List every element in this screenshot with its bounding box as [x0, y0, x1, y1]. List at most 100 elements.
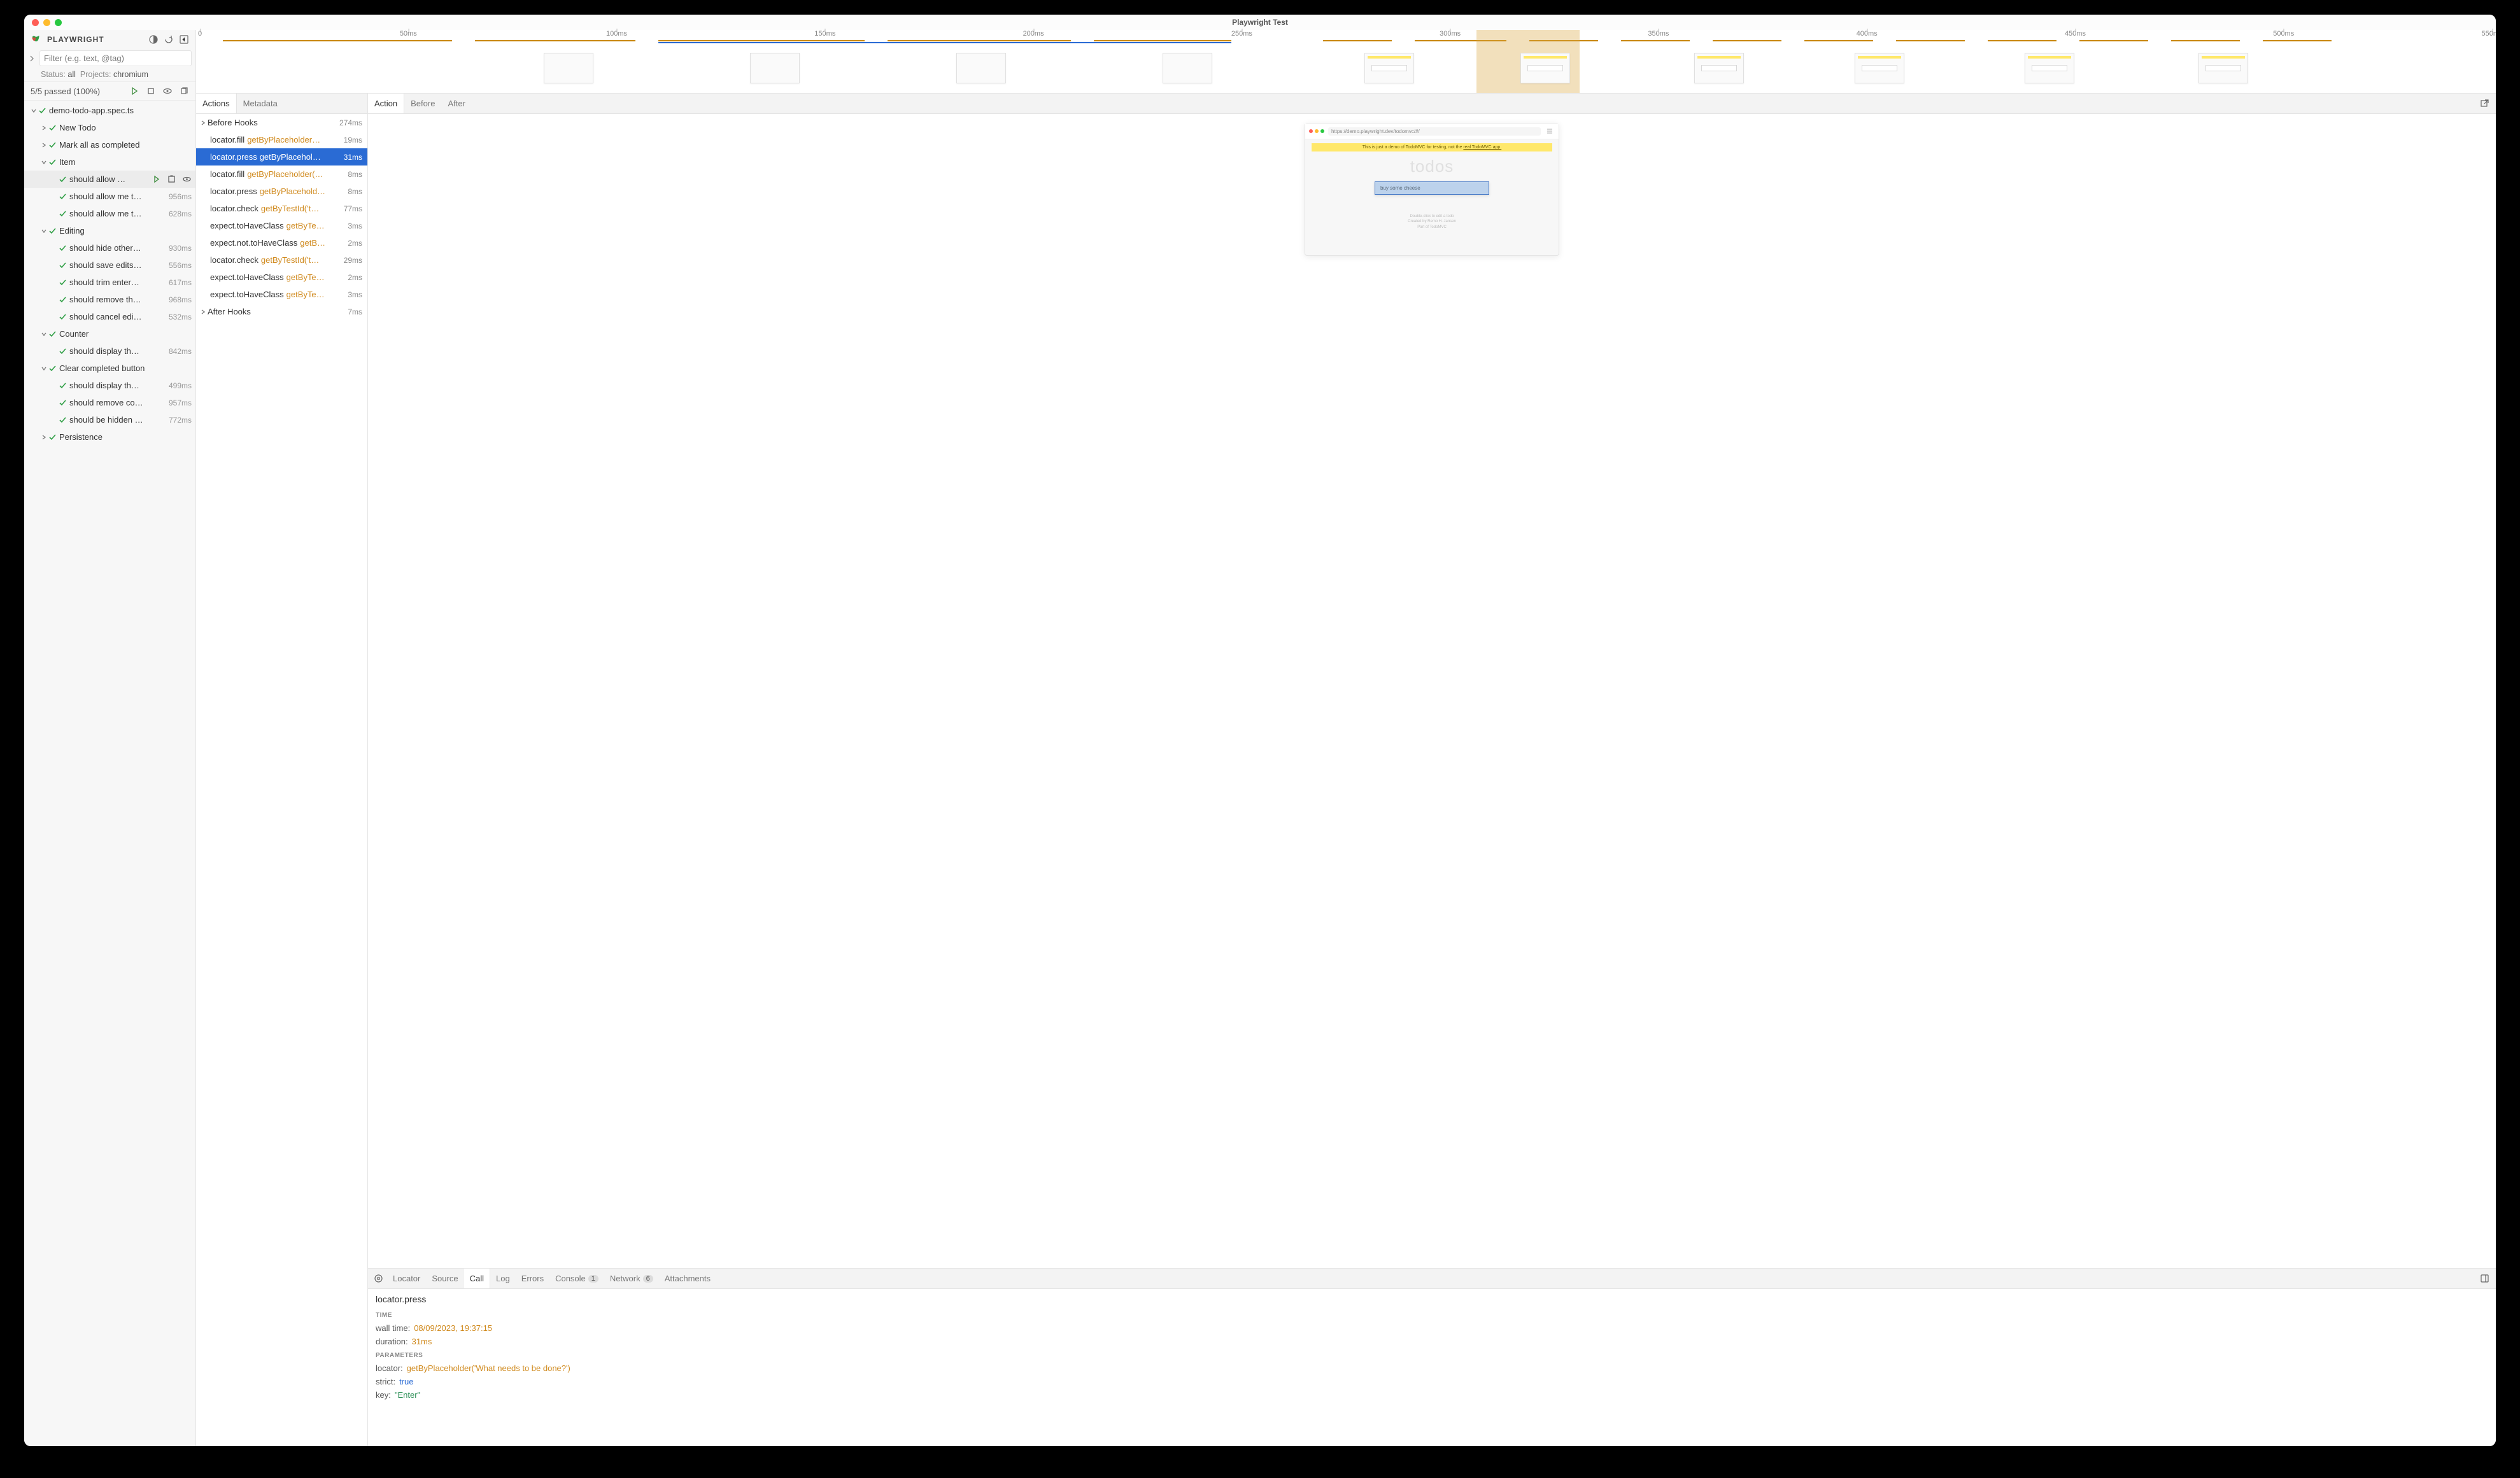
tree-test[interactable]: should remove th…968ms [24, 291, 195, 308]
timeline-thumbnail[interactable] [2025, 53, 2074, 83]
close-window-button[interactable] [32, 19, 39, 26]
timeline-thumbnail[interactable] [2198, 53, 2248, 83]
actions-tabs: Actions Metadata [196, 94, 367, 114]
action-row[interactable]: After Hooks7ms [196, 303, 367, 320]
pick-locator-icon[interactable] [373, 1274, 383, 1284]
action-row[interactable]: expect.toHaveClassgetByTe…3ms [196, 286, 367, 303]
tree-group[interactable]: Editing [24, 222, 195, 239]
run-icon[interactable] [151, 174, 161, 185]
detail-tab-attachments[interactable]: Attachments [659, 1269, 716, 1288]
tab-actions[interactable]: Actions [196, 94, 237, 113]
timeline-thumbnail[interactable] [544, 53, 593, 83]
tree-group[interactable]: Clear completed button [24, 360, 195, 377]
theme-toggle-icon[interactable] [148, 34, 159, 45]
tree-test[interactable]: should trim enter…617ms [24, 274, 195, 291]
tab-metadata[interactable]: Metadata [237, 94, 284, 113]
timeline-thumbnail[interactable] [1855, 53, 1904, 83]
tree-group[interactable]: Counter [24, 325, 195, 342]
panel-layout-icon[interactable] [2479, 1274, 2489, 1284]
detail-tab-call[interactable]: Call [464, 1269, 490, 1288]
hamburger-icon [1545, 126, 1555, 136]
preview-panel: Action Before After https://demo.playwri… [368, 94, 2496, 1446]
timeline-tick: 200ms [1023, 30, 1044, 38]
tab-after-snapshot[interactable]: After [441, 94, 471, 113]
snapshot-viewport[interactable]: https://demo.playwright.dev/todomvc/#/ T… [368, 114, 2496, 1268]
traffic-lights [32, 19, 62, 26]
zoom-window-button[interactable] [55, 19, 62, 26]
copy-icon[interactable] [179, 86, 189, 96]
collapse-sidebar-icon[interactable] [179, 34, 189, 45]
action-row[interactable]: expect.toHaveClassgetByTe…2ms [196, 269, 367, 286]
action-row[interactable]: locator.fillgetByPlaceholder…19ms [196, 131, 367, 148]
timeline-thumbnail[interactable] [1364, 53, 1414, 83]
action-row[interactable]: Before Hooks274ms [196, 114, 367, 131]
reload-icon[interactable] [164, 34, 174, 45]
timeline-tick: 450ms [2065, 30, 2086, 38]
actions-panel: Actions Metadata Before Hooks274mslocato… [196, 94, 368, 1446]
summary-text: 5/5 passed (100%) [31, 87, 100, 96]
action-row[interactable]: locator.checkgetByTestId('t…29ms [196, 251, 367, 269]
tree-test[interactable]: should display th…499ms [24, 377, 195, 394]
preview-tabs: Action Before After [368, 94, 2496, 114]
detail-tab-source[interactable]: Source [426, 1269, 464, 1288]
todo-input-highlighted: buy some cheese [1375, 181, 1489, 195]
sidebar: PLAYWRIGHT Status: all Projects: chromiu… [24, 30, 196, 1446]
todos-heading: todos [1312, 157, 1552, 176]
detail-tab-network[interactable]: Network6 [604, 1269, 659, 1288]
tree-group[interactable]: demo-todo-app.spec.ts [24, 102, 195, 119]
open-external-icon[interactable] [2479, 99, 2489, 109]
tree-test[interactable]: should display th…842ms [24, 342, 195, 360]
detail-panel: LocatorSourceCallLogErrorsConsole1Networ… [368, 1268, 2496, 1446]
action-row[interactable]: locator.pressgetByPlacehol…31ms [196, 148, 367, 165]
timeline-thumbnail[interactable] [1163, 53, 1212, 83]
timeline-tick: 0 [198, 30, 202, 38]
run-all-icon[interactable] [129, 86, 139, 96]
tree-test[interactable]: should allow me t…628ms [24, 205, 195, 222]
detail-tab-console[interactable]: Console1 [549, 1269, 604, 1288]
action-row[interactable]: expect.not.toHaveClassgetB…2ms [196, 234, 367, 251]
minimize-window-button[interactable] [43, 19, 50, 26]
detail-tab-locator[interactable]: Locator [387, 1269, 426, 1288]
detail-tab-errors[interactable]: Errors [516, 1269, 549, 1288]
timeline-thumbnail[interactable] [1520, 53, 1570, 83]
action-row[interactable]: locator.fillgetByPlaceholder(…8ms [196, 165, 367, 183]
chevron-right-icon[interactable] [27, 53, 37, 64]
tree-test[interactable]: should save edits…556ms [24, 257, 195, 274]
tab-before-snapshot[interactable]: Before [404, 94, 441, 113]
tree-group[interactable]: New Todo [24, 119, 195, 136]
action-row[interactable]: locator.pressgetByPlacehold…8ms [196, 183, 367, 200]
timeline-tick: 150ms [814, 30, 835, 38]
trace-icon[interactable] [166, 174, 176, 185]
tree-group[interactable]: Persistence [24, 428, 195, 446]
todo-footer: Double-click to edit a todo Created by R… [1312, 214, 1552, 230]
watch-icon[interactable] [181, 174, 192, 185]
tree-test[interactable]: should remove co…957ms [24, 394, 195, 411]
tree-group[interactable]: Mark all as completed [24, 136, 195, 153]
filter-input[interactable] [39, 50, 192, 66]
demo-banner: This is just a demo of TodoMVC for testi… [1312, 143, 1552, 151]
tree-test[interactable]: should allow … [24, 171, 195, 188]
action-row[interactable]: locator.checkgetByTestId('t…77ms [196, 200, 367, 217]
timeline-thumbnail[interactable] [956, 53, 1006, 83]
timeline-tick: 500ms [2273, 30, 2294, 38]
tree-test[interactable]: should be hidden …772ms [24, 411, 195, 428]
tab-action-snapshot[interactable]: Action [368, 94, 404, 113]
timeline-tick: 400ms [1857, 30, 1878, 38]
browser-url: https://demo.playwright.dev/todomvc/#/ [1328, 127, 1541, 136]
tree-test[interactable]: should hide other…930ms [24, 239, 195, 257]
main: 050ms100ms150ms200ms250ms300ms350ms400ms… [196, 30, 2496, 1446]
tree-group[interactable]: Item [24, 153, 195, 171]
tree-test[interactable]: should allow me t…956ms [24, 188, 195, 205]
timeline-thumbnail[interactable] [750, 53, 800, 83]
timeline[interactable]: 050ms100ms150ms200ms250ms300ms350ms400ms… [196, 30, 2496, 94]
action-row[interactable]: expect.toHaveClassgetByTe…3ms [196, 217, 367, 234]
detail-tab-log[interactable]: Log [490, 1269, 516, 1288]
stop-icon[interactable] [146, 86, 156, 96]
playwright-logo-icon [31, 34, 42, 45]
call-detail-body: locator.press TIME wall time:08/09/2023,… [368, 1289, 2496, 1446]
tree-test[interactable]: should cancel edi…532ms [24, 308, 195, 325]
timeline-tick: 300ms [1440, 30, 1461, 38]
timeline-tick: 250ms [1231, 30, 1252, 38]
timeline-thumbnail[interactable] [1694, 53, 1744, 83]
watch-icon[interactable] [162, 86, 173, 96]
